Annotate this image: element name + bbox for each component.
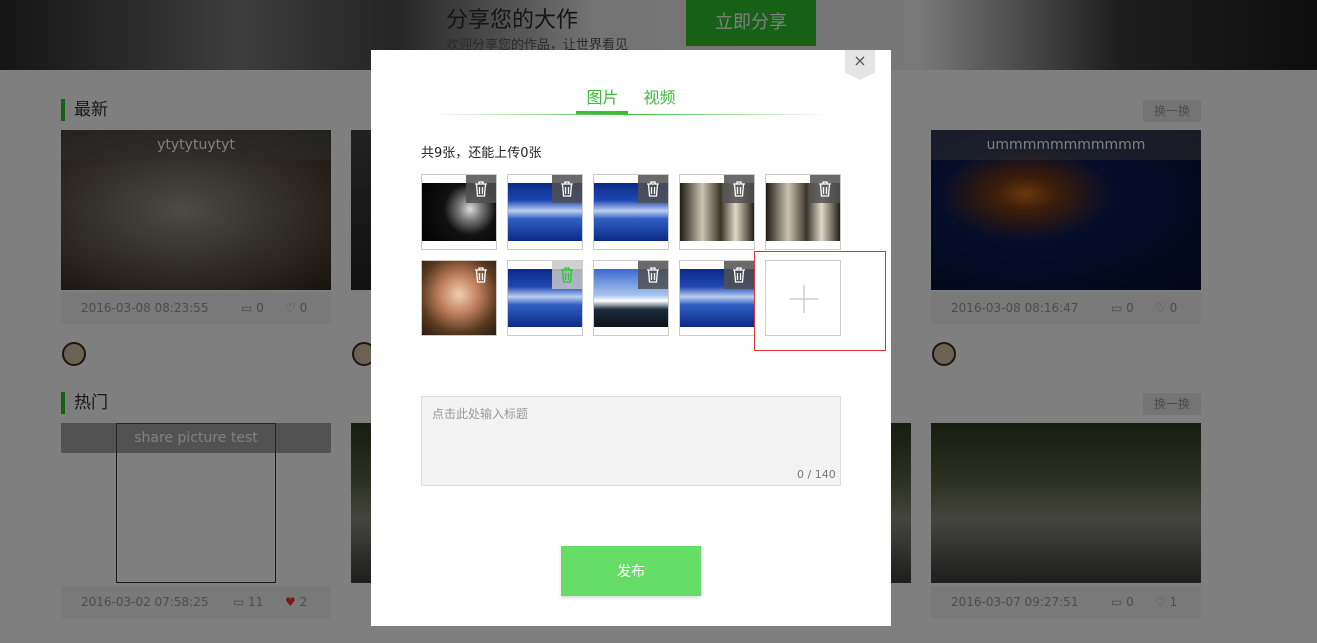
tab-pictures[interactable]: 图片 [576, 86, 629, 114]
trash-icon[interactable] [810, 175, 840, 203]
trash-icon[interactable] [638, 261, 668, 289]
trash-icon[interactable] [638, 175, 668, 203]
trash-icon[interactable] [466, 261, 496, 289]
uploaded-thumb[interactable] [421, 260, 497, 336]
media-tabs: 图片 视频 [431, 86, 831, 116]
trash-icon[interactable] [724, 175, 754, 203]
trash-icon[interactable] [466, 175, 496, 203]
title-input[interactable] [421, 396, 841, 486]
tabs-divider [431, 114, 831, 115]
tab-videos[interactable]: 视频 [634, 86, 686, 114]
uploaded-thumb[interactable] [679, 174, 755, 250]
trash-icon[interactable] [552, 261, 582, 289]
uploaded-thumb[interactable] [507, 260, 583, 336]
uploaded-thumb[interactable] [593, 174, 669, 250]
upload-count-text: 共9张，还能上传0张 [421, 146, 542, 161]
trash-icon[interactable] [724, 261, 754, 289]
publish-button[interactable]: 发布 [561, 546, 701, 596]
char-counter: 0 / 140 [797, 468, 836, 481]
share-modal: × 图片 视频 共9张，还能上传0张 点击此处输入标题 0 / 140 发布 [371, 50, 891, 626]
trash-icon[interactable] [552, 175, 582, 203]
plus-icon [790, 285, 818, 313]
uploaded-thumb[interactable] [765, 174, 841, 250]
uploaded-thumb[interactable] [507, 174, 583, 250]
uploaded-thumb[interactable] [679, 260, 755, 336]
close-button[interactable]: × [845, 50, 875, 80]
add-image-button[interactable] [765, 260, 841, 336]
uploaded-thumb[interactable] [421, 174, 497, 250]
uploaded-thumb[interactable] [593, 260, 669, 336]
